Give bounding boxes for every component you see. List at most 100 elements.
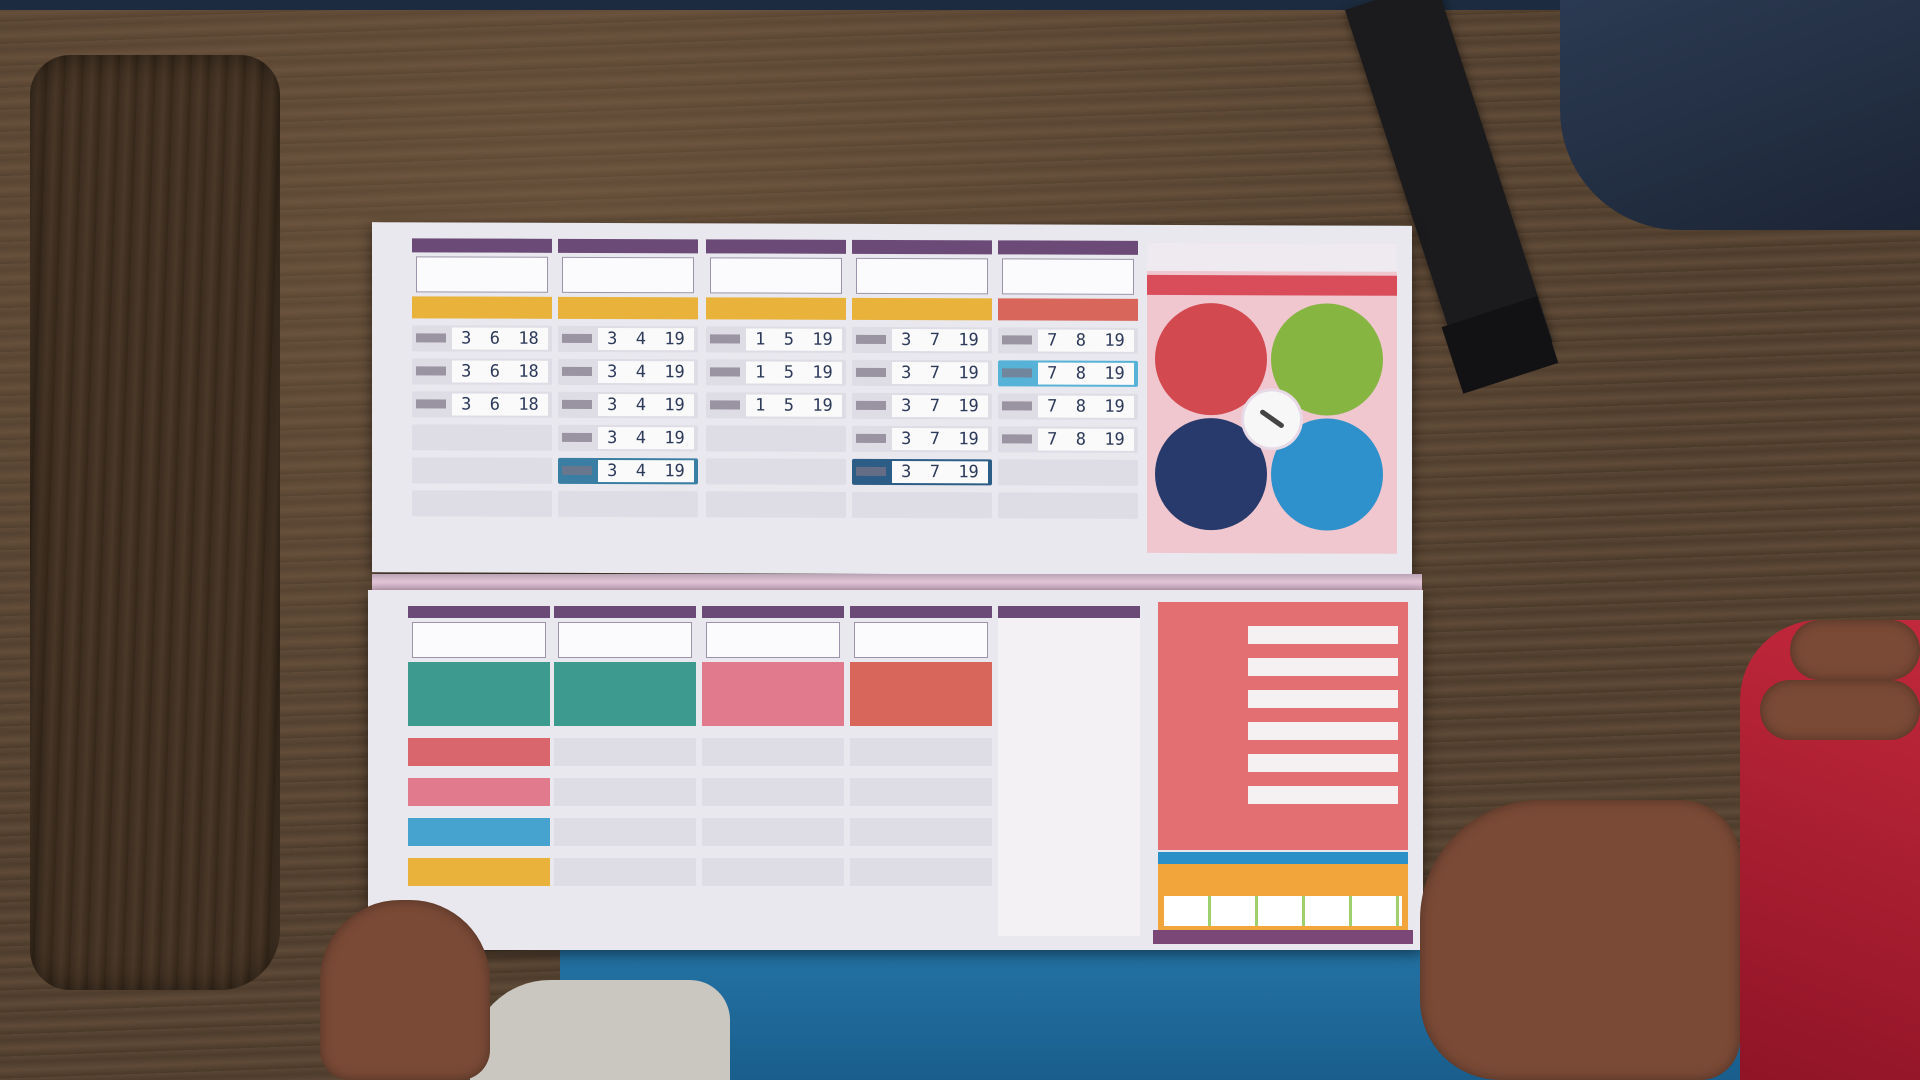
- dose-date: 3 4 19: [598, 459, 694, 483]
- year: 19: [958, 462, 979, 483]
- empty-row: [412, 490, 552, 517]
- dose-date: 3 4 19: [598, 327, 694, 351]
- hand: [320, 900, 490, 1080]
- year: 19: [664, 362, 685, 383]
- color-band: [852, 297, 992, 321]
- date-box: [562, 256, 694, 294]
- year: 19: [664, 329, 685, 350]
- vaccine-column-2: 3 4 19 3 4 19 3 4 19 3 4 19 3 4 19: [558, 238, 698, 559]
- day: 3: [607, 428, 618, 449]
- date-box: [416, 256, 548, 293]
- dose-date: 7 8 19: [1038, 395, 1134, 418]
- date-box: [412, 622, 546, 658]
- dose-date: 3 7 19: [892, 461, 988, 484]
- dose-row: 1 5 19: [706, 359, 846, 386]
- empty-row: [554, 778, 696, 806]
- form-line: [1248, 626, 1398, 644]
- day: 3: [461, 361, 472, 382]
- day: 1: [755, 329, 766, 350]
- date-box: [1002, 258, 1134, 295]
- hand-finger: [1790, 620, 1920, 680]
- info-panel: [1147, 242, 1397, 554]
- color-band: [702, 662, 844, 726]
- color-band: [412, 296, 552, 319]
- details-form: [1158, 602, 1408, 850]
- day: 1: [755, 395, 766, 416]
- month: 4: [635, 428, 646, 449]
- month: 6: [489, 328, 500, 349]
- dose-date: 3 7 19: [892, 329, 988, 352]
- empty-row: [998, 492, 1138, 519]
- day: 3: [901, 330, 912, 351]
- row-label-mark: [562, 366, 592, 376]
- column-header: [998, 606, 1140, 618]
- day: 3: [607, 329, 618, 350]
- year: 18: [518, 394, 539, 415]
- dose-row: 3 6 18: [412, 358, 552, 385]
- info-panel-title-band: [1147, 274, 1397, 296]
- dose-row: 3 7 19: [852, 458, 992, 486]
- year: 19: [664, 461, 685, 482]
- row-label-mark: [562, 333, 592, 343]
- footer-band: [1153, 930, 1413, 944]
- row-label-mark: [856, 400, 886, 410]
- empty-row: [850, 818, 992, 846]
- color-band: [408, 662, 550, 726]
- month: 5: [783, 362, 794, 383]
- empty-row: [702, 818, 844, 846]
- dose-date: 3 7 19: [892, 395, 988, 418]
- dose-date: 3 4 19: [598, 360, 694, 384]
- empty-row: [998, 459, 1138, 486]
- backpack: [1560, 0, 1920, 230]
- dose-date: 3 7 19: [892, 428, 988, 451]
- dose-row: 3 4 19: [558, 325, 698, 353]
- month: 4: [635, 329, 646, 350]
- dose-date: 3 7 19: [892, 362, 988, 385]
- day: 3: [461, 394, 472, 415]
- month: 8: [1075, 363, 1086, 384]
- column-header: [852, 239, 992, 255]
- day: 3: [901, 462, 912, 483]
- dose-row: 3 7 19: [852, 359, 992, 387]
- empty-row: [702, 738, 844, 766]
- row-label-mark: [710, 334, 740, 344]
- empty-row: [408, 738, 550, 766]
- empty-row: [412, 457, 552, 484]
- date-box: [854, 622, 988, 658]
- dose-date: 3 6 18: [452, 393, 548, 416]
- booklet-top-page: 3 6 18 3 6 18 3 6 18 3 4 19 3 4 19 3 4 19: [372, 222, 1412, 576]
- dose-row: 3 7 19: [852, 392, 992, 420]
- form-line: [1248, 754, 1398, 772]
- dose-row: 3 7 19: [852, 326, 992, 354]
- month: 6: [489, 361, 500, 382]
- syringe-icon: [1244, 391, 1300, 448]
- day: 3: [901, 429, 912, 450]
- empty-row: [850, 778, 992, 806]
- notes-column: [998, 606, 1140, 936]
- wooden-plank: [30, 55, 280, 990]
- month: 7: [929, 462, 940, 483]
- dose-row: 7 8 19: [998, 327, 1138, 354]
- day: 3: [607, 395, 618, 416]
- vaccination-booklet: 3 6 18 3 6 18 3 6 18 3 4 19 3 4 19 3 4 19: [368, 222, 1427, 952]
- day: 7: [1047, 363, 1058, 384]
- date-box: [856, 257, 988, 295]
- color-band: [998, 298, 1138, 321]
- empty-row: [702, 778, 844, 806]
- schedule-table-header: [1158, 852, 1408, 864]
- empty-row: [702, 858, 844, 886]
- bottom-column-1: [408, 606, 550, 898]
- month: 7: [929, 396, 940, 417]
- hand-finger: [1760, 680, 1920, 740]
- dose-date: 3 4 19: [598, 426, 694, 450]
- info-panel-header: [1147, 242, 1397, 272]
- hand: [1420, 800, 1740, 1080]
- dose-date: 3 6 18: [452, 360, 548, 383]
- year: 18: [518, 361, 539, 382]
- dose-row: 3 6 18: [412, 391, 552, 418]
- day: 7: [1047, 330, 1058, 351]
- month: 4: [635, 461, 646, 482]
- month: 8: [1075, 429, 1086, 450]
- empty-row: [558, 490, 698, 518]
- dose-date: 7 8 19: [1038, 362, 1134, 385]
